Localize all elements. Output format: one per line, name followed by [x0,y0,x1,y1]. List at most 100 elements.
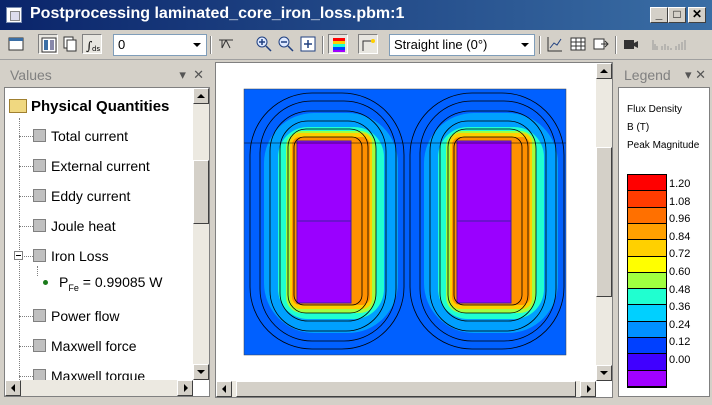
legend-swatch [628,223,666,241]
legend-quantity: Flux Density [627,104,683,115]
legend-tick-label: 0.12 [669,336,691,349]
zoom-in-icon[interactable] [254,34,274,54]
panel-buttons: ▾ ✕ [685,63,706,87]
quantity-icon [33,339,46,352]
legend-swatch [628,370,666,387]
legend-swatch [628,354,666,371]
view-horizontal-scrollbar[interactable] [216,381,596,397]
flux-density-plot[interactable] [216,63,596,381]
window-title: Postprocessing laminated_core_iron_loss.… [30,5,405,22]
field-lines-icon[interactable] [358,34,378,54]
color-map-icon[interactable] [328,34,348,54]
legend-swatch [628,289,666,306]
quantity-icon [33,309,46,322]
legend-swatch [628,256,666,273]
values-vertical-scrollbar[interactable] [193,88,209,380]
svg-text:ds: ds [92,45,100,53]
scroll-thumb[interactable] [236,381,576,397]
zoom-out-icon[interactable] [276,34,296,54]
view-vertical-scrollbar[interactable] [596,63,612,381]
app-icon[interactable] [6,7,22,23]
cut-line-icon[interactable] [216,34,236,54]
legend-unit: B (T) [627,122,650,133]
legend-swatch [628,305,666,322]
legend-tick-label: 0.00 [669,354,691,366]
maximize-button[interactable]: □ [668,7,686,23]
legend-color-bar [627,174,667,388]
legend-panel-header: Legend ▾ ✕ [618,63,710,87]
quantity-icon [33,129,46,142]
legend-panel-title: Legend [624,67,671,83]
scroll-up-button[interactable] [596,63,612,79]
legend-tick-label: 1.20 [669,178,691,190]
bullet-icon [43,280,48,285]
minimize-button[interactable]: _ [650,7,668,23]
integral-icon[interactable]: ∫ ds [82,34,102,54]
legend-swatch [628,175,666,192]
camera-icon[interactable] [621,34,641,54]
legend-swatch [628,338,666,355]
chevron-down-icon[interactable] [189,36,205,54]
scroll-left-button[interactable] [5,380,21,396]
toolbar-separator [615,36,617,54]
legend-tick-label: 0.24 [669,318,691,331]
legend-body: Flux Density B (T) Peak Magnitude 1.20 1.… [618,87,710,397]
scroll-thumb[interactable] [596,147,612,297]
chevron-down-icon[interactable] [517,36,533,54]
legend-panel: Legend ▾ ✕ Flux Density B (T) Peak Magni… [618,63,710,398]
toolbar-separator [539,36,541,54]
legend-swatch [628,191,666,208]
close-icon[interactable]: ✕ [695,67,706,82]
window-icon[interactable] [6,34,26,54]
time-select-value: 0 [118,37,126,52]
cut-type-select[interactable]: Straight line (0°) [389,34,535,56]
legend-swatch [628,321,666,339]
legend-swatch [628,272,666,290]
values-panel-header: Values ▾ ✕ [4,63,210,87]
copy-icon[interactable] [60,34,80,54]
scroll-down-button[interactable] [596,365,612,381]
plot-chart-icon[interactable] [545,34,565,54]
legend-tick-label: 0.60 [669,266,691,278]
legend-tick-label: 1.08 [669,195,691,208]
scroll-right-button[interactable] [580,381,596,397]
quantity-icon [33,219,46,232]
quantity-icon [33,159,46,172]
values-panel: Values ▾ ✕ Physical Quantities Total cur… [4,63,210,398]
animation-bars-icon[interactable] [650,34,686,54]
values-horizontal-scrollbar[interactable] [5,380,193,396]
close-button[interactable]: ✕ [688,7,706,23]
cut-type-value: Straight line (0°) [394,37,488,52]
scroll-right-button[interactable] [177,380,193,396]
panel-buttons: ▾ ✕ [179,63,204,87]
legend-tick-label: 0.96 [669,213,691,226]
chevron-down-icon[interactable]: ▾ [685,67,692,82]
legend-tick-label: 0.36 [669,301,691,314]
field-view-icon[interactable] [38,34,58,54]
legend-tick-label: 0.84 [669,230,691,243]
scroll-thumb[interactable] [193,160,209,224]
toolbar-separator [210,36,212,54]
scroll-left-button[interactable] [216,381,232,397]
export-icon[interactable] [591,34,611,54]
folder-icon [9,99,27,113]
scroll-up-button[interactable] [193,88,209,104]
field-view[interactable] [215,62,613,398]
tree-root-label: Physical Quantities [31,98,170,115]
close-icon[interactable]: ✕ [193,67,204,82]
scroll-down-button[interactable] [193,364,209,380]
title-bar: Postprocessing laminated_core_iron_loss.… [0,0,712,30]
table-icon[interactable] [568,34,588,54]
coil-left [296,140,352,304]
collapse-icon[interactable] [14,251,23,260]
legend-tick-label: 0.72 [669,248,691,261]
legend-mode: Peak Magnitude [627,140,700,151]
legend-swatch [628,240,666,257]
toolbar-separator [322,36,324,54]
chevron-down-icon[interactable]: ▾ [179,67,186,82]
time-select[interactable]: 0 [113,34,207,56]
zoom-fit-icon[interactable] [298,34,318,54]
quantity-icon [33,189,46,202]
legend-tick-label: 0.48 [669,283,691,296]
coil-right [456,140,512,304]
